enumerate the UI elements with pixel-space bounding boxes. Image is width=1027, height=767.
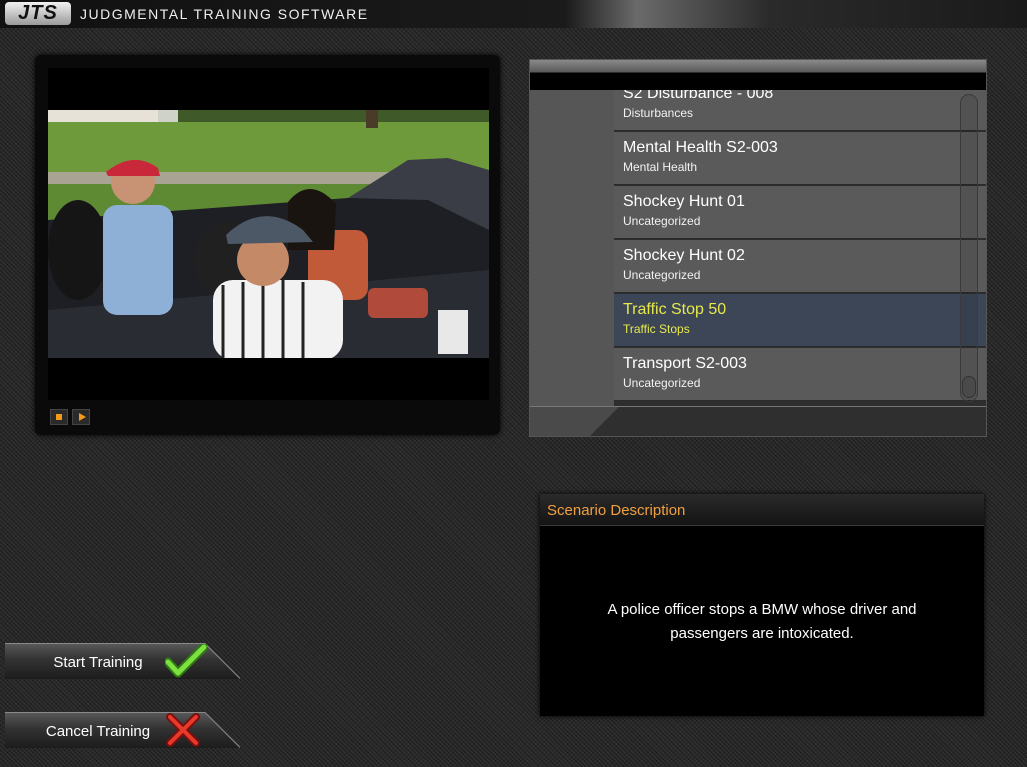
start-training-button[interactable]: Start Training (5, 643, 240, 679)
item-title: Traffic Stop 50 (623, 301, 727, 318)
item-title: Shockey Hunt 01 (623, 193, 745, 210)
scenario-list: S2 Disturbance - 008 Disturbances Mental… (614, 90, 986, 406)
stop-button[interactable] (50, 409, 68, 425)
item-title: S2 Disturbance - 008 (623, 90, 774, 102)
x-icon (166, 713, 200, 747)
item-title: Shockey Hunt 02 (623, 247, 745, 264)
scrollbar-thumb[interactable] (962, 376, 976, 398)
list-item[interactable]: Transport S2-003 Uncategorized (614, 348, 986, 401)
video-frame-image (48, 110, 489, 358)
list-item[interactable]: Shockey Hunt 02 Uncategorized (614, 240, 986, 293)
start-training-label: Start Training (53, 654, 143, 671)
item-category: Mental Health (623, 160, 698, 174)
item-category: Uncategorized (623, 214, 701, 228)
description-header: Scenario Description (540, 494, 984, 526)
list-item[interactable]: Shockey Hunt 01 Uncategorized (614, 186, 986, 239)
item-category: Disturbances (623, 106, 694, 120)
play-button[interactable] (72, 409, 90, 425)
media-controls (48, 407, 489, 427)
play-icon (79, 413, 86, 421)
item-category: Uncategorized (623, 268, 701, 282)
checkmark-icon (165, 644, 207, 678)
title-bar: JTS JUDGMENTAL TRAINING SOFTWARE (0, 0, 1027, 28)
item-category: Uncategorized (623, 376, 701, 390)
list-header (530, 60, 986, 90)
video-screen[interactable] (48, 68, 489, 400)
video-player (35, 55, 500, 435)
list-footer (530, 406, 986, 436)
list-item-selected[interactable]: Traffic Stop 50 Traffic Stops (614, 294, 986, 347)
item-title: Transport S2-003 (623, 355, 747, 372)
stop-icon (56, 414, 62, 420)
description-text: A police officer stops a BMW whose drive… (607, 601, 917, 642)
cancel-training-button[interactable]: Cancel Training (5, 712, 240, 748)
list-scrollbar[interactable] (960, 94, 978, 402)
description-title: Scenario Description (547, 502, 686, 519)
list-gutter (530, 90, 614, 406)
scenario-list-panel: S2 Disturbance - 008 Disturbances Mental… (529, 59, 987, 437)
list-item[interactable]: Mental Health S2-003 Mental Health (614, 132, 986, 185)
app-logo: JTS (5, 2, 71, 25)
list-item[interactable]: S2 Disturbance - 008 Disturbances (614, 90, 986, 131)
app-title: JUDGMENTAL TRAINING SOFTWARE (80, 6, 369, 22)
item-category: Traffic Stops (623, 322, 690, 336)
scenario-description-panel: Scenario Description A police officer st… (540, 494, 984, 716)
item-title: Mental Health S2-003 (623, 139, 778, 156)
